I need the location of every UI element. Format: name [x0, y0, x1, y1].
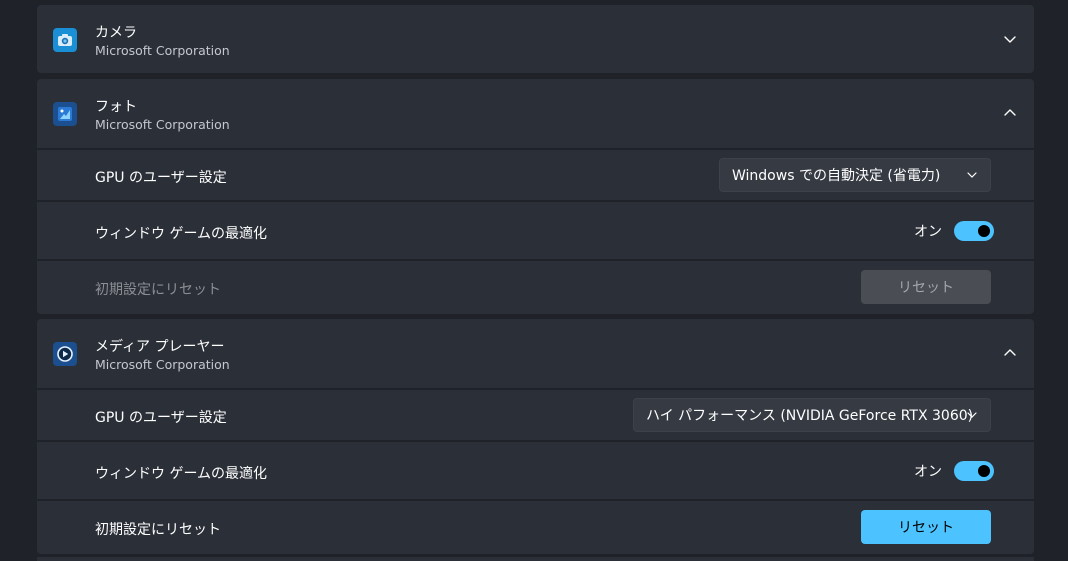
- reset-to-default-label: 初期設定にリセット: [95, 522, 221, 538]
- next-app-card-edge: [37, 557, 1034, 561]
- windowed-game-optimization-label: ウィンドウ ゲームの最適化: [95, 226, 268, 242]
- app-card-photos: フォト Microsoft Corporation GPU のユーザー設定 Wi…: [37, 79, 1034, 314]
- photos-app-icon: [53, 102, 77, 126]
- gpu-preference-value: Windows での自動決定 (省電力): [732, 168, 941, 184]
- windowed-game-optimization-toggle[interactable]: [954, 221, 994, 241]
- chevron-up-icon[interactable]: [1002, 105, 1018, 121]
- chevron-down-icon[interactable]: [1002, 31, 1018, 47]
- app-publisher: Microsoft Corporation: [95, 43, 230, 58]
- gpu-preference-dropdown[interactable]: Windows での自動決定 (省電力): [719, 158, 991, 192]
- chevron-down-icon: [967, 172, 977, 178]
- graphics-settings-page: カメラ Microsoft Corporation フォト Microsoft …: [0, 0, 1068, 561]
- app-card-camera: カメラ Microsoft Corporation: [37, 5, 1034, 73]
- divider: [37, 440, 1034, 442]
- divider: [37, 499, 1034, 501]
- camera-app-icon: [53, 28, 77, 52]
- app-name: カメラ: [95, 25, 137, 41]
- reset-button[interactable]: リセット: [861, 510, 991, 544]
- gpu-preference-label: GPU のユーザー設定: [95, 410, 227, 426]
- app-name: メディア プレーヤー: [95, 339, 225, 355]
- toggle-state-label: オン: [914, 224, 942, 240]
- app-card-media-player: メディア プレーヤー Microsoft Corporation GPU のユー…: [37, 319, 1034, 554]
- windowed-game-optimization-control: オン: [914, 461, 994, 481]
- gpu-preference-dropdown[interactable]: ハイ パフォーマンス (NVIDIA GeForce RTX 3060): [633, 398, 991, 432]
- divider: [37, 148, 1034, 150]
- gpu-preference-label: GPU のユーザー設定: [95, 170, 227, 186]
- divider: [37, 200, 1034, 202]
- windowed-game-optimization-control: オン: [914, 221, 994, 241]
- app-publisher: Microsoft Corporation: [95, 357, 230, 372]
- windowed-game-optimization-label: ウィンドウ ゲームの最適化: [95, 466, 268, 482]
- app-card-header-photos[interactable]: フォト Microsoft Corporation: [37, 79, 1034, 147]
- app-publisher: Microsoft Corporation: [95, 117, 230, 132]
- chevron-up-icon[interactable]: [1002, 345, 1018, 361]
- app-card-header-camera[interactable]: カメラ Microsoft Corporation: [37, 5, 1034, 73]
- reset-to-default-label: 初期設定にリセット: [95, 282, 221, 298]
- divider: [37, 388, 1034, 390]
- windowed-game-optimization-toggle[interactable]: [954, 461, 994, 481]
- app-name: フォト: [95, 99, 137, 115]
- media-player-app-icon: [53, 342, 77, 366]
- toggle-knob: [978, 465, 990, 477]
- toggle-knob: [978, 225, 990, 237]
- gpu-preference-value: ハイ パフォーマンス (NVIDIA GeForce RTX 3060): [646, 408, 974, 424]
- divider: [37, 259, 1034, 261]
- reset-button[interactable]: リセット: [861, 270, 991, 304]
- chevron-down-icon: [967, 412, 977, 418]
- app-card-header-media-player[interactable]: メディア プレーヤー Microsoft Corporation: [37, 319, 1034, 387]
- toggle-state-label: オン: [914, 464, 942, 480]
